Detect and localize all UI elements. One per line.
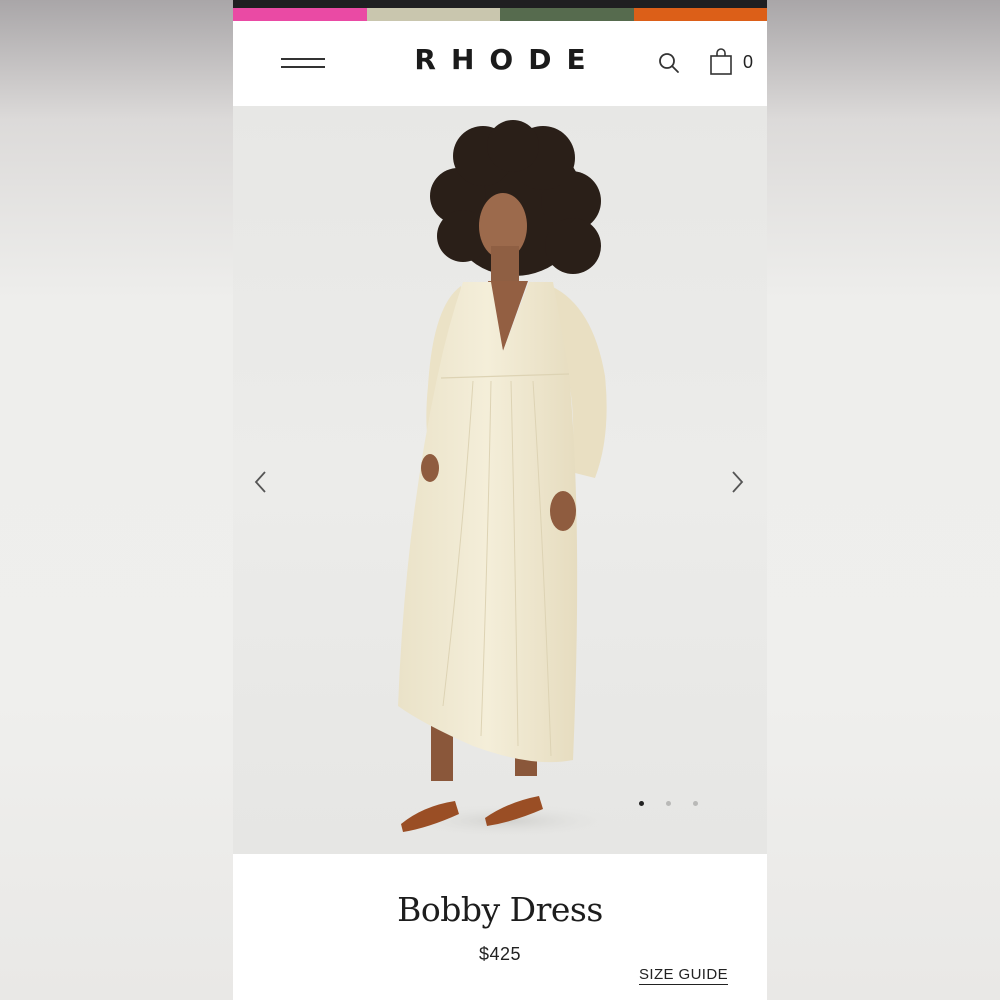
color-stripe-green: [500, 8, 634, 21]
color-stripe-orange: [633, 8, 767, 21]
size-guide-link[interactable]: SIZE GUIDE: [639, 966, 729, 985]
product-info: Bobby Dress $425 SIZE GUIDE: [233, 854, 767, 1000]
color-stripe-beige: [366, 8, 500, 21]
search-icon[interactable]: [657, 51, 681, 75]
product-image-gallery[interactable]: [233, 106, 767, 854]
brand-color-bar: [233, 8, 767, 21]
slide-indicator: [639, 801, 698, 806]
status-bar: [233, 0, 767, 8]
cart-count: 0: [743, 52, 754, 72]
previous-image-arrow[interactable]: [251, 468, 271, 496]
chevron-right-icon: [732, 471, 744, 493]
shopping-bag-icon[interactable]: [709, 48, 733, 76]
color-stripe-pink: [233, 8, 367, 21]
slide-dot-3[interactable]: [693, 801, 698, 806]
product-title: Bobby Dress: [397, 890, 603, 929]
chevron-left-icon: [254, 471, 266, 493]
slide-dot-2[interactable]: [666, 801, 671, 806]
phone-screen: RHODE 0 Bobby Dress $425 SIZE GUIDE: [233, 0, 767, 1000]
product-photo: [388, 120, 628, 839]
slide-dot-1[interactable]: [639, 801, 644, 806]
next-image-arrow[interactable]: [727, 468, 747, 496]
site-header: RHODE 0: [233, 21, 767, 106]
menu-icon[interactable]: [281, 54, 327, 70]
product-price: $425: [478, 944, 522, 964]
